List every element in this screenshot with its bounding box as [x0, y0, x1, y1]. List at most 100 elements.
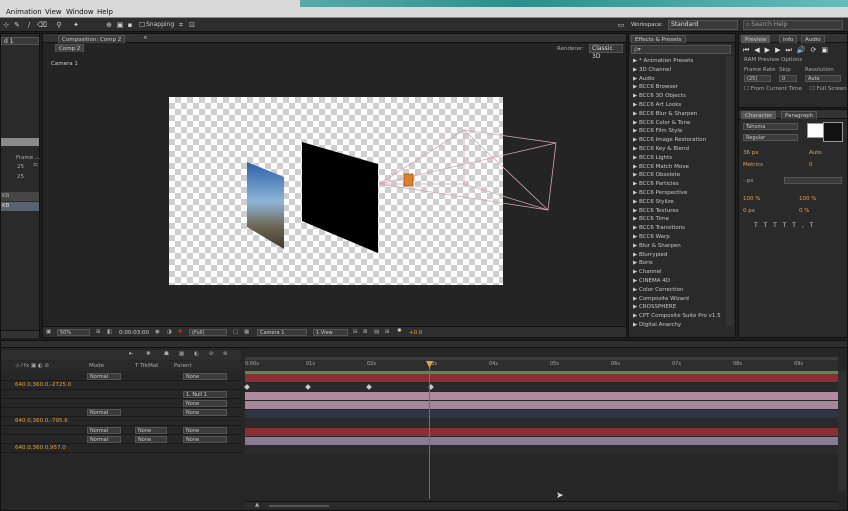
- stroke-color-swatch[interactable]: [823, 122, 843, 142]
- flowchart-icon[interactable]: ⊞: [385, 329, 390, 335]
- comp-mini-flowchart-icon[interactable]: ⇤: [129, 351, 134, 357]
- timeline-layer-row[interactable]: Normal None None: [1, 435, 241, 444]
- stroke-width-value[interactable]: - px: [743, 178, 753, 184]
- effects-category-item[interactable]: ▶ BCC6 Warp: [633, 233, 670, 242]
- fill-color-swatch[interactable]: [807, 123, 824, 138]
- blend-mode-select[interactable]: Normal: [87, 409, 121, 416]
- effects-category-item[interactable]: ▶ BCC6 Color & Tone: [633, 119, 690, 128]
- effects-category-item[interactable]: ▶ BCC6 Key & Blend: [633, 145, 689, 154]
- photo-layer[interactable]: [247, 162, 284, 249]
- current-time-indicator[interactable]: [429, 361, 430, 499]
- effects-category-item[interactable]: ▶ BCC6 Browser: [633, 83, 678, 92]
- layer-duration-bar[interactable]: [245, 401, 838, 409]
- frame-rate-select[interactable]: (25): [744, 75, 771, 82]
- position-value[interactable]: 640.0,360.0,-2725.0: [15, 382, 71, 388]
- layer-duration-bar[interactable]: [245, 383, 838, 391]
- roto-tool-icon[interactable]: ⚲: [55, 21, 63, 29]
- draft-3d-icon[interactable]: ✺: [146, 351, 151, 357]
- effects-category-item[interactable]: ▶ BCC6 Blur & Sharpen: [633, 110, 697, 119]
- world-axis-icon[interactable]: ▣: [116, 21, 124, 29]
- graph-editor-icon[interactable]: ⊘: [209, 351, 214, 357]
- track-matte-select[interactable]: None: [135, 427, 167, 434]
- tsume-value[interactable]: 0 %: [799, 208, 809, 214]
- kerning-value[interactable]: Metrics: [743, 162, 763, 168]
- workspace-icon[interactable]: ▭: [617, 21, 625, 29]
- effects-category-item[interactable]: ▶ BCC6 Textures: [633, 207, 679, 216]
- vertical-scale-value[interactable]: 100 %: [743, 196, 760, 202]
- pen-tool-icon[interactable]: ✎: [13, 21, 21, 29]
- effects-category-item[interactable]: ▶ BCC6 Film Style: [633, 127, 682, 136]
- effects-category-item[interactable]: ▶ Audio: [633, 75, 655, 84]
- motion-blur-icon[interactable]: ◐: [194, 351, 199, 357]
- stroke-mode-select[interactable]: [784, 177, 842, 184]
- layer-duration-bar[interactable]: [245, 419, 838, 427]
- transparency-grid-icon[interactable]: ▦: [244, 329, 249, 335]
- effects-category-item[interactable]: ▶ Boris: [633, 259, 653, 268]
- resolution-preview-select[interactable]: Auto: [805, 75, 841, 82]
- timeline-scrollbar[interactable]: [838, 371, 846, 491]
- playback-controls[interactable]: ⏮◀▶▶⏭🔊⟳▣: [743, 46, 833, 55]
- effects-category-item[interactable]: ▶ BCC6 3D Objects: [633, 92, 686, 101]
- zoom-out-icon[interactable]: ▲: [255, 502, 259, 508]
- from-current-time-checkbox[interactable]: ☐ From Current Time: [744, 86, 802, 92]
- search-help-input[interactable]: ⌕ Search Help: [743, 20, 843, 30]
- work-area-bar[interactable]: [245, 357, 838, 360]
- effects-category-item[interactable]: ▶ BCC6 Lights: [633, 154, 672, 163]
- blend-mode-select[interactable]: Normal: [87, 427, 121, 434]
- horizontal-scale-value[interactable]: 100 %: [799, 196, 816, 202]
- effects-category-item[interactable]: ▶ * Animation Presets: [633, 57, 693, 66]
- view-axis-icon[interactable]: ▪: [126, 21, 134, 29]
- layer-duration-bar[interactable]: [245, 410, 838, 418]
- effects-category-item[interactable]: ▶ BCC6 Match Move: [633, 163, 689, 172]
- layer-duration-bar[interactable]: [245, 446, 838, 454]
- effects-category-item[interactable]: ▶ Digital Anarchy: [633, 321, 681, 330]
- blend-mode-select[interactable]: Normal: [87, 373, 121, 380]
- tab-audio[interactable]: Audio: [801, 35, 825, 43]
- blend-mode-select[interactable]: Normal: [87, 436, 121, 443]
- magnification-select[interactable]: 50%: [57, 329, 90, 336]
- font-style-select[interactable]: Regular: [743, 134, 798, 141]
- exposure-value[interactable]: +0.0: [409, 330, 422, 336]
- camera-view-select[interactable]: Camera 1: [257, 329, 307, 336]
- camera-wireframe[interactable]: [378, 129, 557, 211]
- fast-preview-icon[interactable]: ⊠: [363, 329, 368, 335]
- menu-window[interactable]: Window: [66, 8, 94, 16]
- effects-search-input[interactable]: ρ▾: [631, 45, 731, 54]
- track-matte-select[interactable]: None: [135, 436, 167, 443]
- resolution-select[interactable]: (Full): [189, 329, 227, 336]
- menu-help[interactable]: Help: [97, 8, 113, 16]
- snapshot-icon[interactable]: ◉: [155, 329, 160, 335]
- effects-scrollbar[interactable]: [726, 56, 733, 326]
- timeline-zoom-bar[interactable]: ▲: [245, 501, 838, 509]
- timeline-icon[interactable]: ▤: [374, 329, 379, 335]
- show-snapshot-icon[interactable]: ◑: [167, 329, 172, 335]
- effects-category-item[interactable]: ▶ Blurrypied: [633, 251, 667, 260]
- effects-category-item[interactable]: ▶ BCC6 Particles: [633, 180, 679, 189]
- timeline-layer-row[interactable]: Normal None None: [1, 426, 241, 435]
- menu-animation[interactable]: Animation: [6, 8, 42, 16]
- shy-icon[interactable]: ☗: [164, 351, 169, 357]
- hierarchy-icon[interactable]: ⚎: [33, 162, 38, 168]
- time-ruler[interactable]: 0:00s 01s 02s 03s 04s 05s 06s 07s 08s 09s: [245, 357, 838, 371]
- effects-category-item[interactable]: ▶ CPT Composite Suite Pro v1.5: [633, 312, 721, 321]
- tab-preview[interactable]: Preview: [741, 35, 771, 43]
- parent-select[interactable]: 1. Null 1: [183, 391, 227, 398]
- effects-category-item[interactable]: ▶ BCC6 Stylize: [633, 198, 674, 207]
- font-size-value[interactable]: 36 px: [743, 150, 759, 156]
- position-value[interactable]: 640.0,360.0,-795.6: [15, 418, 68, 424]
- color-channel-icon[interactable]: ✤: [178, 329, 183, 335]
- eraser-tool-icon[interactable]: ⌫: [37, 21, 47, 29]
- effects-category-item[interactable]: ▶ CROSSPHERE: [633, 303, 676, 312]
- parent-select[interactable]: None: [183, 409, 227, 416]
- effects-category-item[interactable]: ▶ BCC6 Time: [633, 215, 669, 224]
- mask-icon[interactable]: ◧: [107, 329, 112, 335]
- tab-character[interactable]: Character: [741, 111, 777, 119]
- workspace-select[interactable]: Standard: [668, 20, 738, 30]
- parent-select[interactable]: None: [183, 436, 227, 443]
- timeline-layer-row[interactable]: 640.0,360.0,-795.6: [1, 417, 241, 426]
- tab-paragraph[interactable]: Paragraph: [781, 111, 818, 119]
- grid-icon[interactable]: ⊞: [96, 329, 101, 335]
- effects-category-item[interactable]: ▶ BCC6 Obsolete: [633, 171, 680, 180]
- effects-category-item[interactable]: ▶ CINEMA 4D: [633, 277, 670, 286]
- timeline-layer-row[interactable]: 640.0,360.0,957.0: [1, 444, 241, 453]
